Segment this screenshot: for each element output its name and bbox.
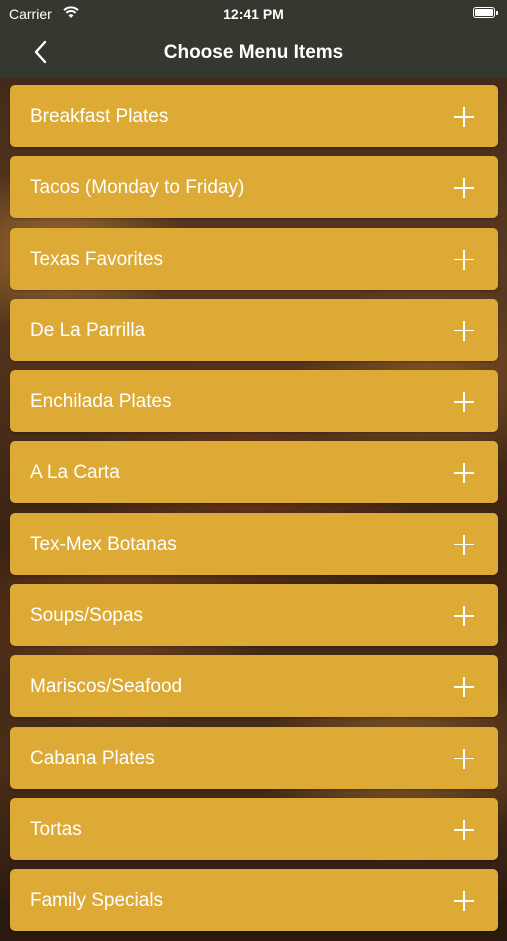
plus-icon[interactable] (454, 891, 474, 912)
plus-icon[interactable] (454, 606, 474, 627)
menu-category-item[interactable]: Tex-Mex Botanas (10, 512, 498, 575)
menu-category-item[interactable]: A La Carta (10, 441, 498, 504)
menu-category-label: Soups/Sopas (30, 605, 144, 627)
status-time: 12:41 PM (223, 6, 284, 22)
menu-category-item[interactable]: Mariscos/Seafood (10, 655, 498, 718)
menu-category-item[interactable]: Soups/Sopas (10, 584, 498, 647)
plus-icon[interactable] (454, 178, 474, 199)
navigation-bar: Choose Menu Items (0, 28, 507, 78)
plus-icon[interactable] (454, 463, 474, 484)
plus-icon[interactable] (454, 748, 474, 769)
menu-category-item[interactable]: Tortas (10, 797, 498, 860)
menu-category-label: Tortas (30, 818, 82, 840)
menu-category-list: Breakfast Plates Tacos (Monday to Friday… (10, 85, 498, 941)
plus-icon[interactable] (454, 320, 474, 341)
menu-category-label: Cabana Plates (30, 747, 155, 769)
battery-tip (496, 11, 498, 15)
menu-category-item[interactable]: Cabana Plates (10, 726, 498, 789)
menu-category-label: Tacos (Monday to Friday) (30, 177, 245, 199)
menu-category-item[interactable]: De La Parrilla (10, 298, 498, 361)
menu-category-label: Tex-Mex Botanas (30, 533, 177, 555)
menu-category-item[interactable]: Breakfast Plates (10, 85, 498, 147)
menu-category-label: Mariscos/Seafood (30, 676, 183, 698)
plus-icon[interactable] (454, 677, 474, 698)
plus-icon[interactable] (454, 534, 474, 555)
plus-icon[interactable] (454, 107, 474, 127)
menu-category-label: De La Parrilla (30, 319, 146, 341)
menu-category-item[interactable]: Tacos (Monday to Friday) (10, 156, 498, 219)
menu-category-label: Breakfast Plates (30, 106, 169, 127)
status-bar: Carrier 12:41 PM (0, 0, 507, 28)
menu-category-item[interactable]: Family Specials (10, 869, 498, 932)
menu-category-item[interactable]: Enchilada Plates (10, 370, 498, 433)
menu-category-label: A La Carta (30, 462, 120, 484)
plus-icon[interactable] (454, 392, 474, 413)
battery-icon (473, 7, 495, 18)
plus-icon[interactable] (454, 819, 474, 840)
menu-category-label: Family Specials (30, 890, 164, 912)
menu-category-label: Texas Favorites (30, 248, 164, 270)
menu-category-item[interactable]: Texas Favorites (10, 227, 498, 290)
plus-icon[interactable] (454, 249, 474, 270)
page-title: Choose Menu Items (163, 42, 344, 63)
menu-category-label: Enchilada Plates (30, 391, 172, 413)
